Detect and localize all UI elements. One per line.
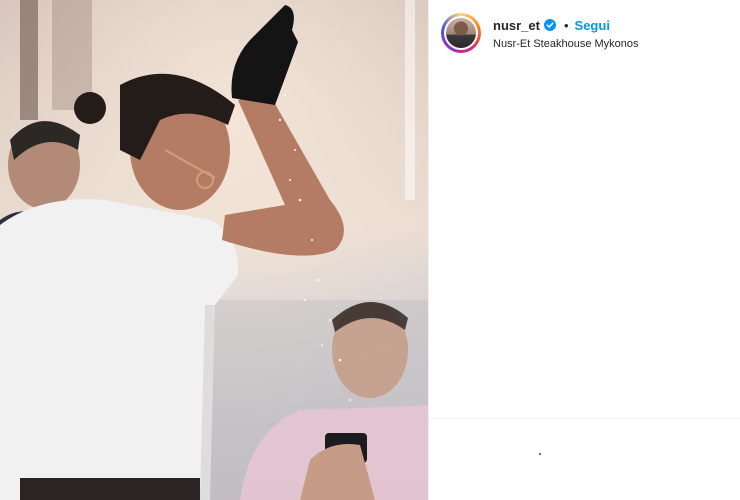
story-ring[interactable]: [441, 13, 481, 53]
username-link[interactable]: nusr_et: [493, 17, 540, 34]
verified-badge-icon: [543, 19, 556, 31]
post-sidebar: nusr_et • Segui Nusr-Et Steakhouse Mykon…: [428, 0, 740, 500]
location-link[interactable]: Nusr-Et Steakhouse Mykonos: [493, 38, 639, 50]
loading-dot: [539, 453, 541, 455]
separator-dot: •: [563, 17, 569, 33]
avatar[interactable]: [446, 18, 476, 48]
post-image: [0, 0, 428, 500]
divider: [429, 418, 740, 419]
header-row: nusr_et • Segui: [493, 17, 639, 34]
header-text: nusr_et • Segui Nusr-Et Steakhouse Mykon…: [493, 17, 639, 50]
post-photo[interactable]: [0, 0, 428, 500]
follow-button[interactable]: Segui: [575, 17, 610, 34]
avatar-frame: [444, 16, 478, 50]
post-header: nusr_et • Segui Nusr-Et Steakhouse Mykon…: [441, 10, 731, 56]
